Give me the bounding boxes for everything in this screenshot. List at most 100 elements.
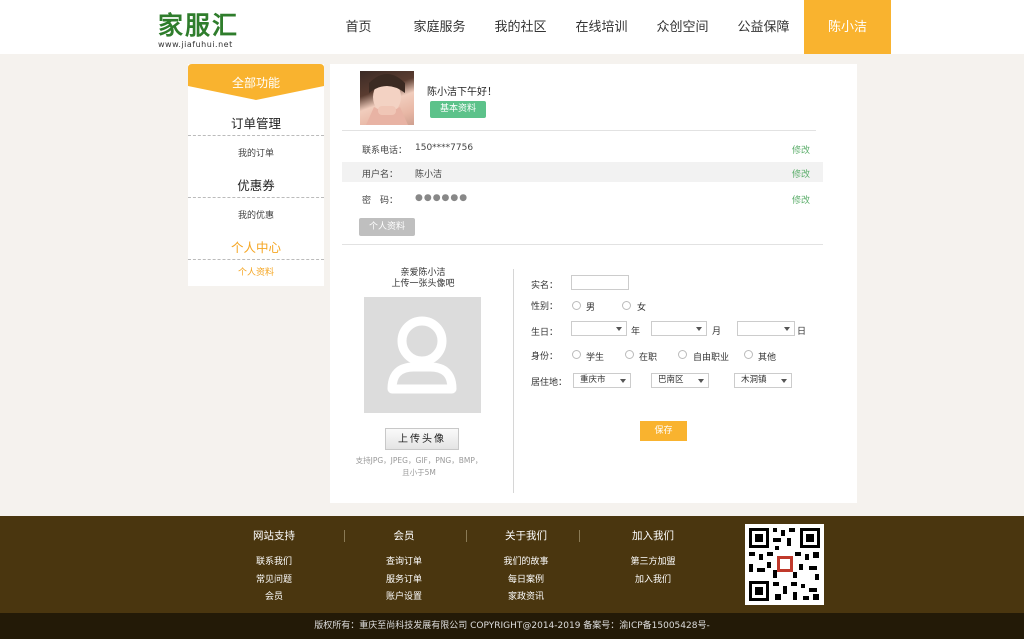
- month-unit: 月: [712, 327, 722, 337]
- sidebar-section-personal: 个人中心: [188, 236, 324, 260]
- day-unit: 日: [797, 327, 807, 337]
- residence-town-select[interactable]: 木洞镇: [734, 373, 792, 388]
- residence-label: 居住地：: [531, 378, 568, 388]
- logo-url: www.jiafuhui.net: [158, 40, 233, 49]
- footer-col-title: 网站支持: [253, 530, 295, 542]
- avatar-photo-icon: [366, 74, 408, 125]
- chevron-down-icon: [698, 379, 704, 383]
- upload-prompt: 亲爱陈小洁 上传一张头像吧: [370, 268, 476, 290]
- nav-home[interactable]: 首页: [318, 0, 399, 54]
- info-row-password: 密 码： ●●●●●● 修改: [342, 188, 823, 208]
- chevron-down-icon: [696, 327, 702, 331]
- footer-link[interactable]: 每日案例: [471, 572, 581, 590]
- gender-male-label: 男: [586, 303, 596, 313]
- chevron-down-icon: [620, 379, 626, 383]
- save-button[interactable]: 保存: [640, 421, 687, 441]
- phone-label: 联系电话：: [362, 146, 408, 156]
- password-value: ●●●●●●: [415, 193, 469, 203]
- upload-note: 支持JPG，JPEG，GIF，PNG，BMP， 且小于5M: [354, 455, 484, 479]
- vertical-divider: [513, 269, 514, 493]
- identity-freelance-label: 自由职业: [693, 353, 730, 363]
- copyright-bar: 版权所有：重庆至尚科技发展有限公司 COPYRIGHT@2014-2019 备案…: [0, 613, 1024, 639]
- birthday-label: 生日：: [531, 328, 559, 338]
- gender-female-radio[interactable]: [622, 301, 631, 310]
- footer-col-member: 会员 查询订单 服务订单 账户设置: [349, 528, 459, 607]
- avatar-placeholder[interactable]: [364, 297, 481, 413]
- footer-link[interactable]: 联系我们: [219, 554, 329, 572]
- gender-male-radio[interactable]: [572, 301, 581, 310]
- footer-separator: [579, 530, 580, 542]
- sidebar-item-profile[interactable]: 个人资料: [188, 260, 324, 286]
- nav-space[interactable]: 众创空间: [642, 0, 723, 54]
- basic-info-button[interactable]: 基本资料: [430, 101, 486, 118]
- upload-prompt-line1: 亲爱陈小洁: [400, 268, 446, 278]
- nav-user[interactable]: 陈小洁: [804, 0, 891, 54]
- main-nav: 首页 家庭服务 我的社区 在线培训 众创空间 公益保障: [318, 0, 804, 54]
- footer-link[interactable]: 第三方加盟: [598, 554, 708, 572]
- identity-employed-label: 在职: [639, 353, 658, 363]
- username-label: 用户名：: [362, 170, 399, 180]
- nav-home-service[interactable]: 家庭服务: [399, 0, 480, 54]
- nav-welfare[interactable]: 公益保障: [723, 0, 804, 54]
- personal-info-button[interactable]: 个人资料: [359, 218, 415, 236]
- residence-district-select[interactable]: 巴南区: [651, 373, 709, 388]
- footer-separator: [466, 530, 467, 542]
- password-edit-link[interactable]: 修改: [792, 193, 810, 206]
- info-row-username: 用户名： 陈小洁 修改: [342, 162, 823, 182]
- birth-day-select[interactable]: [737, 321, 795, 336]
- sidebar-item-my-coupons[interactable]: 我的优惠: [188, 198, 324, 236]
- site-logo[interactable]: 家服汇 www.jiafuhui.net: [158, 12, 248, 52]
- password-label: 密 码：: [362, 196, 399, 206]
- sidebar-section-orders: 订单管理: [188, 112, 324, 136]
- username-value: 陈小洁: [415, 170, 443, 180]
- chevron-down-icon: [781, 379, 787, 383]
- nav-training[interactable]: 在线培训: [561, 0, 642, 54]
- residence-city-value: 重庆市: [580, 375, 606, 385]
- footer-link[interactable]: 账户设置: [349, 589, 459, 607]
- birth-year-select[interactable]: [571, 321, 627, 336]
- identity-employed-radio[interactable]: [625, 350, 634, 359]
- birth-month-select[interactable]: [651, 321, 707, 336]
- greeting-text: 陈小洁下午好！: [427, 87, 497, 98]
- footer-link[interactable]: 家政资讯: [471, 589, 581, 607]
- footer-separator: [344, 530, 345, 542]
- phone-value: 150****7756: [415, 143, 474, 153]
- sidebar-section-coupons: 优惠券: [188, 174, 324, 198]
- year-unit: 年: [631, 327, 641, 337]
- footer-link[interactable]: 我们的故事: [471, 554, 581, 572]
- site-footer: 网站支持 联系我们 常见问题 会员 会员 查询订单 服务订单 账户设置 关于我们…: [0, 516, 1024, 613]
- upload-note-line1: 支持JPG，JPEG，GIF，PNG，BMP，: [355, 456, 483, 465]
- nav-community[interactable]: 我的社区: [480, 0, 561, 54]
- footer-link[interactable]: 会员: [219, 589, 329, 607]
- identity-other-radio[interactable]: [744, 350, 753, 359]
- identity-student-label: 学生: [586, 353, 605, 363]
- identity-freelance-radio[interactable]: [678, 350, 687, 359]
- residence-city-select[interactable]: 重庆市: [573, 373, 631, 388]
- divider: [342, 130, 816, 131]
- identity-student-radio[interactable]: [572, 350, 581, 359]
- footer-link[interactable]: 服务订单: [349, 572, 459, 590]
- footer-link[interactable]: 加入我们: [598, 572, 708, 590]
- chevron-down-icon: [616, 327, 622, 331]
- sidebar-header: 全部功能: [188, 64, 324, 100]
- phone-edit-link[interactable]: 修改: [792, 143, 810, 156]
- username-edit-link[interactable]: 修改: [792, 167, 810, 180]
- footer-col-title: 关于我们: [505, 530, 547, 542]
- footer-link[interactable]: 常见问题: [219, 572, 329, 590]
- chevron-down-icon: [784, 327, 790, 331]
- sidebar-item-my-orders[interactable]: 我的订单: [188, 136, 324, 174]
- identity-label: 身份：: [531, 352, 559, 362]
- upload-avatar-button[interactable]: 上传头像: [385, 428, 459, 450]
- info-row-phone: 联系电话： 150****7756 修改: [342, 138, 823, 158]
- identity-other-label: 其他: [758, 353, 777, 363]
- main-panel: 陈小洁下午好！ 基本资料 联系电话： 150****7756 修改 用户名： 陈…: [330, 64, 857, 503]
- realname-input[interactable]: [571, 275, 629, 290]
- site-header: 家服汇 www.jiafuhui.net 首页 家庭服务 我的社区 在线培训 众…: [0, 0, 1024, 54]
- upload-note-line2: 且小于5M: [402, 468, 436, 477]
- upload-prompt-line2: 上传一张头像吧: [391, 279, 455, 289]
- gender-label: 性别：: [531, 302, 559, 312]
- footer-link[interactable]: 查询订单: [349, 554, 459, 572]
- footer-col-join: 加入我们 第三方加盟 加入我们: [598, 528, 708, 589]
- realname-label: 实名：: [531, 281, 559, 291]
- logo-text: 家服汇: [158, 11, 240, 40]
